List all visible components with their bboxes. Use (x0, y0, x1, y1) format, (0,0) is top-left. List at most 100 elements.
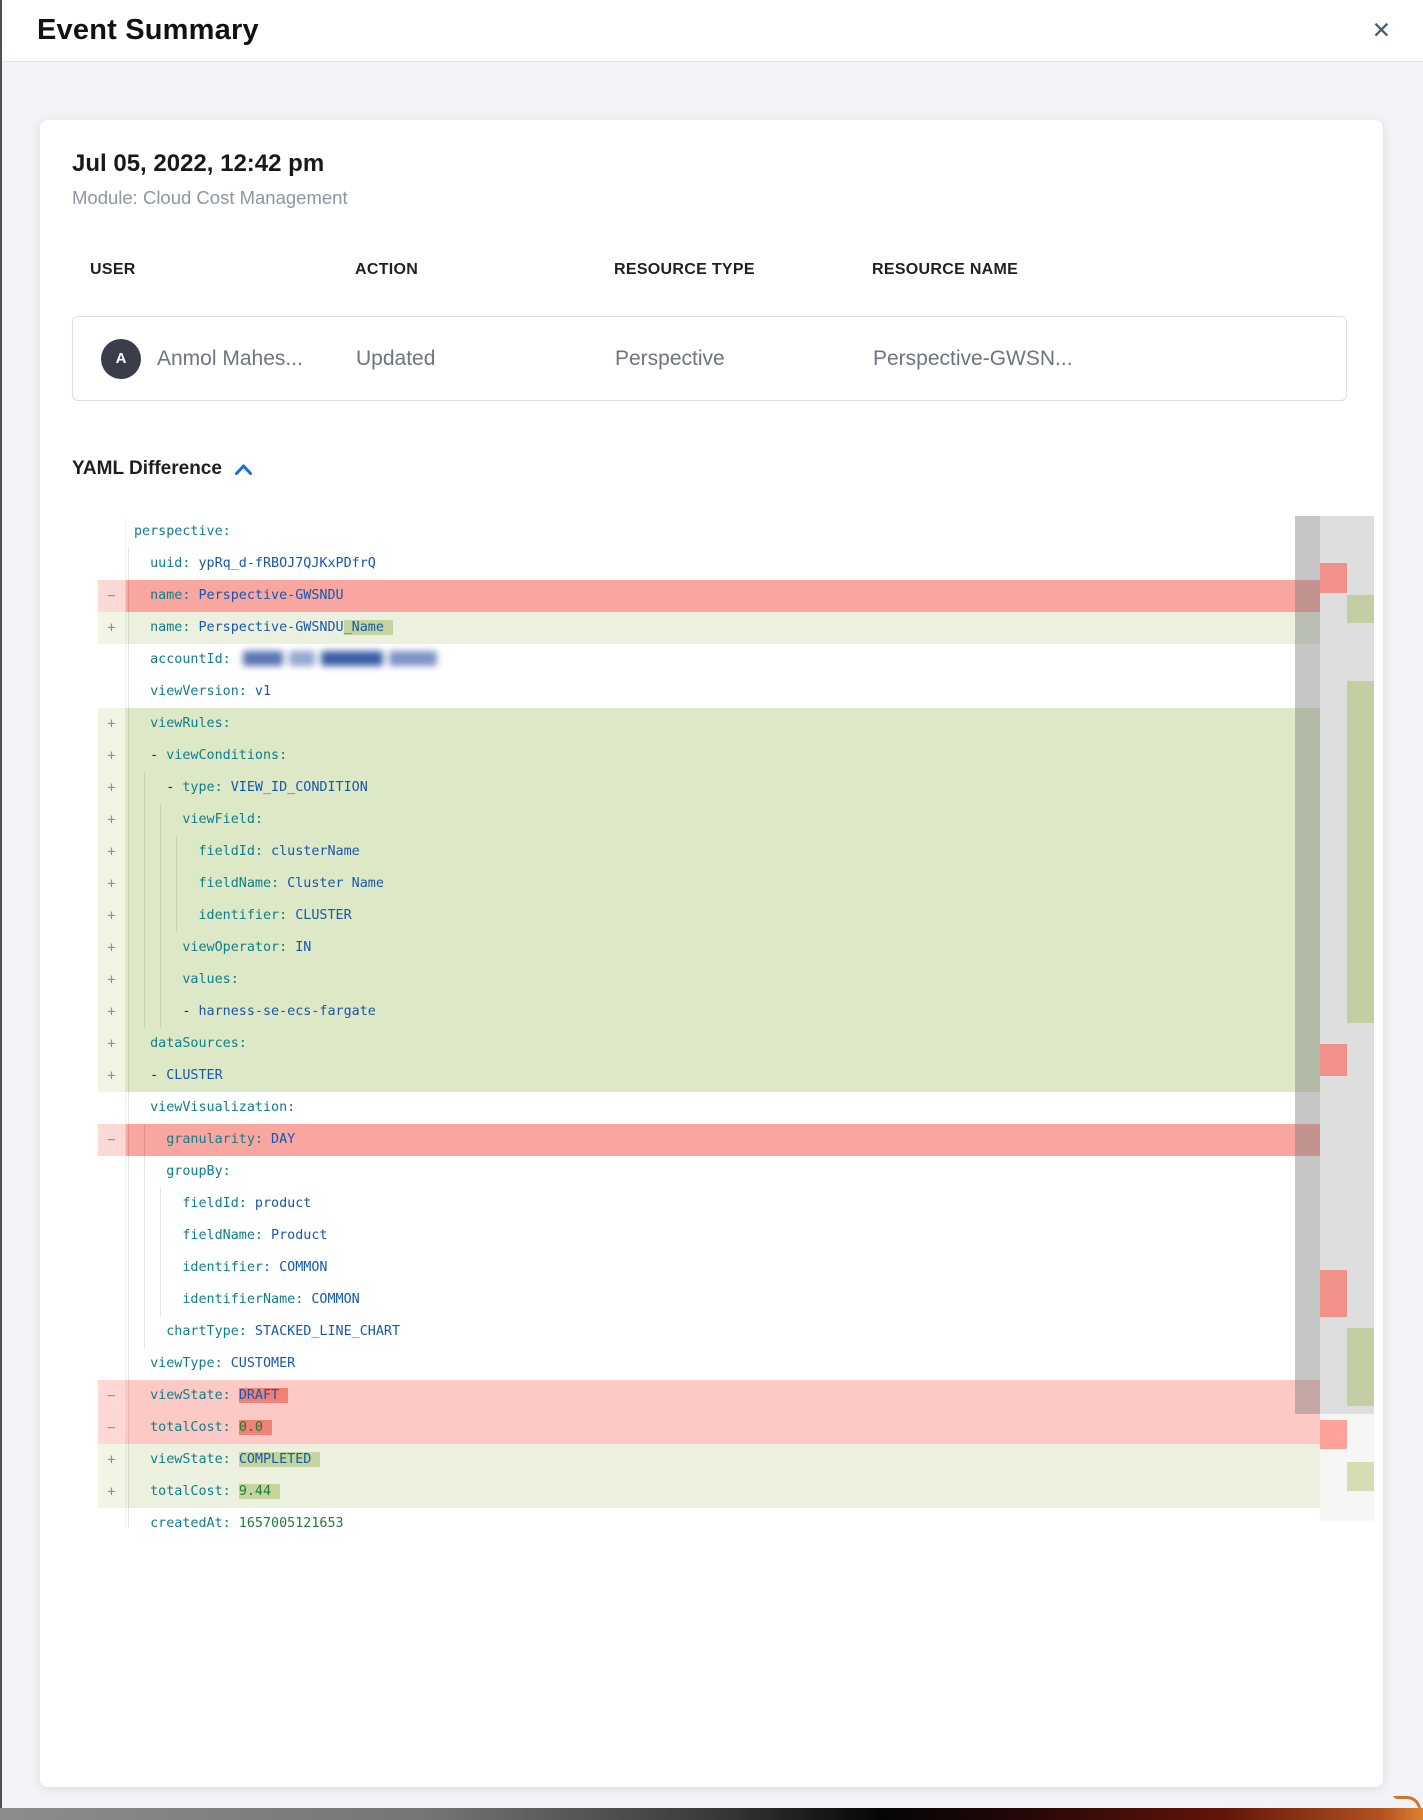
close-icon[interactable]: ✕ (1368, 15, 1395, 46)
yaml-diff-editor[interactable]: perspective: uuid: ypRq_d-fRBOJ7QJKxPDfr… (98, 516, 1374, 1528)
user-name: Anmol Mahes... (157, 347, 303, 371)
code-text: fieldName: Product (126, 1220, 328, 1252)
diff-gutter (98, 1284, 126, 1316)
code-line: uuid: ypRq_d-fRBOJ7QJKxPDfrQ (98, 548, 1320, 580)
diff-added-sign: + (98, 868, 126, 900)
code-line: + values: (98, 964, 1320, 996)
diff-gutter (98, 1156, 126, 1188)
code-line: groupBy: (98, 1156, 1320, 1188)
minimap-added-mark (1347, 681, 1374, 1023)
code-line: − totalCost: 0.0 (98, 1412, 1320, 1444)
diff-gutter (98, 676, 126, 708)
diff-added-sign: + (98, 1444, 126, 1476)
yaml-difference-toggle[interactable]: YAML Difference (72, 458, 253, 480)
code-line: + fieldName: Cluster Name (98, 868, 1320, 900)
code-line: + dataSources: (98, 1028, 1320, 1060)
code-text: values: (126, 964, 239, 996)
diff-added-sign: + (98, 836, 126, 868)
diff-added-sign: + (98, 740, 126, 772)
code-line: + - type: VIEW_ID_CONDITION (98, 772, 1320, 804)
drawer-left-border (0, 0, 2, 1808)
diff-removed-sign: − (98, 1380, 126, 1412)
diff-added-sign: + (98, 1028, 126, 1060)
code-line: fieldName: Product (98, 1220, 1320, 1252)
chevron-up-icon[interactable] (234, 463, 253, 476)
code-line: + viewField: (98, 804, 1320, 836)
column-header-resource-name: RESOURCE NAME (872, 261, 1383, 279)
code-line: + viewRules: (98, 708, 1320, 740)
code-text: - type: VIEW_ID_CONDITION (126, 772, 368, 804)
code-line: + viewState: COMPLETED (98, 1444, 1320, 1476)
code-text: viewType: CUSTOMER (126, 1348, 295, 1380)
scrollbar-slider[interactable] (1295, 516, 1320, 1414)
code-text: viewOperator: IN (126, 932, 311, 964)
diff-added-sign: + (98, 708, 126, 740)
minimap-added-mark (1347, 1462, 1374, 1491)
diff-gutter (98, 1220, 126, 1252)
code-text: fieldId: clusterName (126, 836, 360, 868)
code-text: - viewConditions: (126, 740, 287, 772)
minimap-added-mark (1347, 1328, 1374, 1406)
code-line: + totalCost: 9.44 (98, 1476, 1320, 1508)
code-line: fieldId: product (98, 1188, 1320, 1220)
code-text: totalCost: 0.0 (126, 1412, 272, 1444)
code-text: name: Perspective-GWSNDU (126, 580, 344, 612)
code-text: accountId: (126, 644, 437, 676)
code-line: perspective: (98, 516, 1320, 548)
code-text: name: Perspective-GWSNDU_Name (126, 612, 393, 644)
diff-added-sign: + (98, 1060, 126, 1092)
code-text: uuid: ypRq_d-fRBOJ7QJKxPDfrQ (126, 548, 376, 580)
code-line: identifier: COMMON (98, 1252, 1320, 1284)
diff-gutter (98, 644, 126, 676)
code-text: viewRules: (126, 708, 231, 740)
diff-removed-sign: − (98, 1124, 126, 1156)
code-line: viewType: CUSTOMER (98, 1348, 1320, 1380)
code-lines: perspective: uuid: ypRq_d-fRBOJ7QJKxPDfr… (98, 516, 1374, 1528)
code-text: identifier: CLUSTER (126, 900, 352, 932)
column-header-resource-type: RESOURCE TYPE (614, 261, 872, 279)
diff-added-sign: + (98, 772, 126, 804)
code-text: fieldName: Cluster Name (126, 868, 384, 900)
diff-added-sign: + (98, 804, 126, 836)
code-line: identifierName: COMMON (98, 1284, 1320, 1316)
code-line: createdAt: 1657005121653 (98, 1508, 1320, 1528)
page-title: Event Summary (37, 14, 259, 47)
column-header-action: ACTION (355, 261, 614, 279)
diff-gutter (98, 1348, 126, 1380)
code-text: - harness-se-ecs-fargate (126, 996, 376, 1028)
code-line: + fieldId: clusterName (98, 836, 1320, 868)
code-text: createdAt: 1657005121653 (126, 1508, 344, 1528)
diff-added-sign: + (98, 900, 126, 932)
code-text: granularity: DAY (126, 1124, 295, 1156)
minimap-removed-mark (1320, 563, 1347, 593)
diff-gutter (98, 1252, 126, 1284)
diff-added-sign: + (98, 1476, 126, 1508)
code-line: chartType: STACKED_LINE_CHART (98, 1316, 1320, 1348)
code-line: + viewOperator: IN (98, 932, 1320, 964)
diff-added-sign: + (98, 612, 126, 644)
code-text: totalCost: 9.44 (126, 1476, 280, 1508)
yaml-difference-label: YAML Difference (72, 458, 222, 480)
code-line: viewVisualization: (98, 1092, 1320, 1124)
code-line: + identifier: CLUSTER (98, 900, 1320, 932)
event-date: Jul 05, 2022, 12:42 pm (72, 150, 1383, 178)
code-text: viewVersion: v1 (126, 676, 271, 708)
code-line: viewVersion: v1 (98, 676, 1320, 708)
redacted-value (243, 651, 437, 666)
minimap-removed-mark (1320, 1420, 1347, 1449)
code-line: − viewState: DRAFT (98, 1380, 1320, 1412)
action-cell: Updated (356, 347, 615, 371)
diff-gutter (98, 1188, 126, 1220)
code-line: accountId: (98, 644, 1320, 676)
code-line: − granularity: DAY (98, 1124, 1320, 1156)
code-text: viewState: DRAFT (126, 1380, 288, 1412)
resource-type-cell: Perspective (615, 347, 873, 371)
diff-added-sign: + (98, 932, 126, 964)
code-text: perspective: (126, 516, 231, 548)
code-text: chartType: STACKED_LINE_CHART (126, 1316, 400, 1348)
bottom-edge-strip (0, 1808, 1423, 1820)
code-text: viewVisualization: (126, 1092, 295, 1124)
resource-name-cell: Perspective-GWSN... (873, 347, 1346, 371)
diff-minimap[interactable] (1320, 516, 1374, 1521)
event-summary-card: Jul 05, 2022, 12:42 pm Module: Cloud Cos… (40, 120, 1383, 1787)
